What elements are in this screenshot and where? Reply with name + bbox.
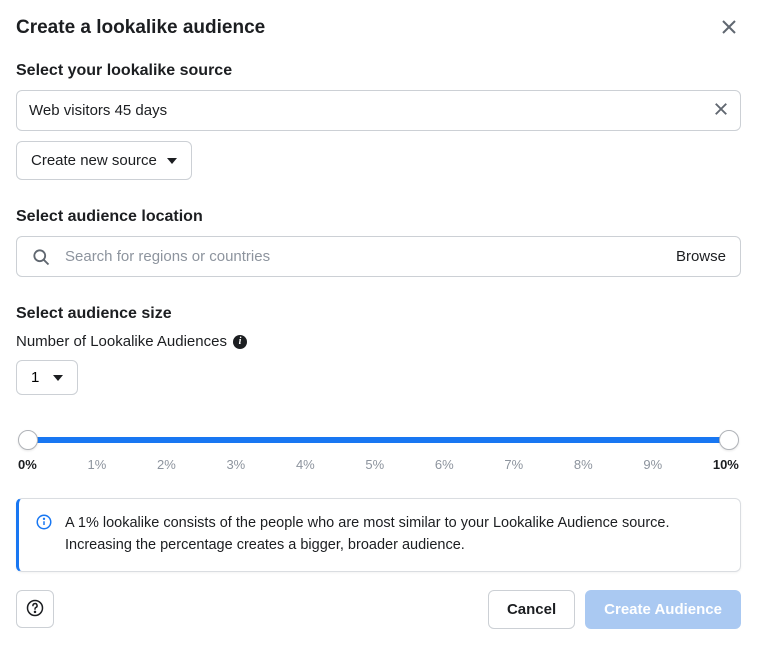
info-banner: A 1% lookalike consists of the people wh… [16,498,741,572]
lookalike-modal: Create a lookalike audience Select your … [0,0,757,645]
slider-tick: 7% [504,457,523,472]
slider-tick: 3% [226,457,245,472]
create-new-source-button[interactable]: Create new source [16,141,192,180]
location-search-input[interactable] [63,247,676,266]
slider-thumb-max[interactable] [719,430,739,450]
create-new-source-label: Create new source [31,152,157,169]
slider-tick: 0% [18,457,37,472]
info-icon[interactable]: i [233,335,247,349]
size-label: Select audience size [16,305,741,323]
clear-source-button[interactable] [714,102,728,119]
count-label: Number of Lookalike Audiences [16,333,227,350]
source-value: Web visitors 45 days [29,102,714,119]
modal-footer: Cancel Create Audience [16,590,741,629]
location-section: Select audience location Browse [16,208,741,277]
slider-tick: 6% [435,457,454,472]
slider-tick: 8% [574,457,593,472]
slider-thumb-min[interactable] [18,430,38,450]
slider-tick: 4% [296,457,315,472]
create-audience-button[interactable]: Create Audience [585,590,741,629]
chevron-down-icon [167,158,177,164]
slider-tick: 2% [157,457,176,472]
modal-title: Create a lookalike audience [16,17,265,39]
slider-tick: 1% [87,457,106,472]
search-icon [31,247,51,267]
audience-count-value: 1 [31,369,39,386]
browse-button[interactable]: Browse [676,248,726,265]
help-icon [25,598,45,621]
chevron-down-icon [53,375,63,381]
slider-tick: 5% [365,457,384,472]
size-slider: 0% 1% 2% 3% 4% 5% 6% 7% 8% 9% 10% [16,437,741,472]
close-button[interactable] [717,16,741,40]
location-field: Browse [16,236,741,277]
modal-header: Create a lookalike audience [16,16,741,40]
cancel-button[interactable]: Cancel [488,590,575,629]
close-icon [721,19,737,38]
slider-tick: 10% [713,457,739,472]
slider-tick: 9% [643,457,662,472]
source-label: Select your lookalike source [16,62,741,80]
location-label: Select audience location [16,208,741,226]
source-section: Select your lookalike source Web visitor… [16,62,741,180]
info-circle-icon [35,513,53,531]
slider-track[interactable] [28,437,729,443]
close-icon [714,102,728,119]
audience-count-select[interactable]: 1 [16,360,78,395]
size-section: Select audience size Number of Lookalike… [16,305,741,572]
source-field[interactable]: Web visitors 45 days [16,90,741,131]
count-label-row: Number of Lookalike Audiences i [16,333,741,350]
help-button[interactable] [16,590,54,628]
info-banner-text: A 1% lookalike consists of the people wh… [65,513,724,557]
slider-ticks: 0% 1% 2% 3% 4% 5% 6% 7% 8% 9% 10% [18,457,739,472]
